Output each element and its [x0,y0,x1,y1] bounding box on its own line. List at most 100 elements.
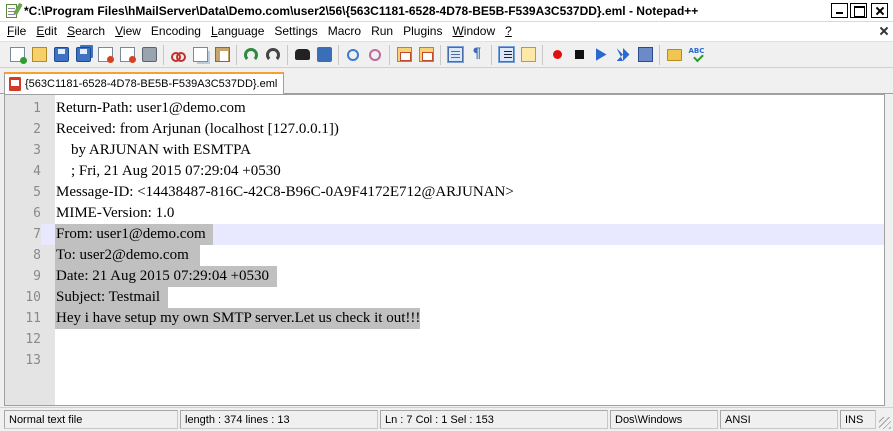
save-macro-icon [637,47,653,62]
menu-item[interactable]: View [110,22,146,41]
status-insert-mode[interactable]: INS [840,410,876,429]
run-macro-multiple-button[interactable] [612,44,634,66]
menu-item[interactable]: Language [206,22,269,41]
undo-button[interactable] [240,44,262,66]
save-button[interactable] [50,44,72,66]
window-controls [831,3,888,18]
editor-line[interactable]: 3 by ARJUNAN with ESMTPA [5,140,884,161]
editor-line[interactable]: 13 [5,350,884,371]
status-eol-format: Dos\Windows [610,410,718,429]
notepad-plus-plus-icon[interactable] [4,2,23,19]
undo-icon [244,47,258,62]
menu-item[interactable]: Encoding [146,22,206,41]
menu-item[interactable]: Edit [31,22,62,41]
menu-item[interactable]: File [2,22,31,41]
unsaved-file-icon [9,77,21,91]
line-number: 4 [33,164,41,179]
close-document-icon[interactable] [877,24,891,38]
close-all-icon [119,47,136,63]
sync-vertical-icon [396,47,412,62]
open-file-button[interactable] [28,44,50,66]
editor-line[interactable]: 2 Received: from Arjunan (localhost [127.… [5,119,884,140]
show-all-characters-button[interactable]: ¶ [466,44,488,66]
editor-line[interactable]: 9 Date: 21 Aug 2015 07:29:04 +0530 [5,266,884,287]
copy-button[interactable] [189,44,211,66]
word-wrap-button[interactable] [444,44,466,66]
editor-line[interactable]: 4 ; Fri, 21 Aug 2015 07:29:04 +0530 [5,161,884,182]
line-number: 1 [33,101,41,116]
menu-item[interactable]: Window [447,22,500,41]
menu-item[interactable]: Macro [323,22,366,41]
stop-recording-button[interactable] [568,44,590,66]
line-text: From: user1@demo.com [55,224,214,245]
menu-label: Run [371,24,394,38]
editor-line[interactable]: 8 To: user2@demo.com [5,245,884,266]
text-editor[interactable]: 1 Return-Path: user1@demo.com 2 Received: f… [4,94,885,406]
line-text: Return-Path: user1@demo.com [56,100,246,116]
user-defined-language-button[interactable] [517,44,539,66]
close-file-icon [97,47,114,63]
folder-button[interactable] [663,44,685,66]
resize-grip-icon[interactable] [879,417,891,429]
tab-file[interactable]: {563C1181-6528-4D78-BE5B-F539A3C537DD}.e… [4,72,285,94]
tab-bar: {563C1181-6528-4D78-BE5B-F539A3C537DD}.e… [0,69,893,94]
sync-vertical-button[interactable] [393,44,415,66]
editor-line[interactable]: 11 Hey i have setup my own SMTP server.Le… [5,308,884,329]
menu-item[interactable]: ? [500,22,517,41]
indent-guide-button[interactable] [495,44,517,66]
save-all-button[interactable] [72,44,94,66]
spell-check-icon: ABC [689,47,705,62]
save-macro-button[interactable] [634,44,656,66]
save-icon [53,47,69,62]
menu-label: iew [122,24,141,38]
line-number: 6 [33,206,41,221]
zoom-out-button[interactable] [364,44,386,66]
line-text: MIME-Version: 1.0 [56,205,175,221]
menu-item[interactable]: Search [62,22,110,41]
editor-line[interactable]: 6 MIME-Version: 1.0 [5,203,884,224]
editor-lines: 1 Return-Path: user1@demo.com 2 Received: f… [5,98,884,371]
sync-horizontal-button[interactable] [415,44,437,66]
spell-check-button[interactable]: ABC [685,44,707,66]
editor-line[interactable]: 5 Message-ID: <14438487-816C-42C8-B96C-0A… [5,182,884,203]
line-text: Subject: Testmail [55,287,168,308]
close-all-button[interactable] [116,44,138,66]
paste-button[interactable] [211,44,233,66]
editor-line[interactable]: 1 Return-Path: user1@demo.com [5,98,884,119]
line-number: 10 [25,290,41,305]
minimize-button[interactable] [831,3,848,18]
user-defined-language-icon [520,47,536,62]
menu-item[interactable]: Settings [269,22,322,41]
find-icon [294,49,310,60]
menu-label: anguage [217,24,265,38]
run-macro-multiple-icon [616,47,631,62]
menu-item[interactable]: Run [366,22,398,41]
editor-line[interactable]: 12 [5,329,884,350]
toolbar-separator [236,44,237,65]
playback-macro-icon [594,47,609,62]
redo-button[interactable] [262,44,284,66]
new-file-button[interactable] [6,44,28,66]
window-title: *C:\Program Files\hMailServer\Data\Demo.… [24,3,699,18]
close-file-button[interactable] [94,44,116,66]
line-number: 2 [33,122,41,137]
maximize-button[interactable] [850,3,867,18]
toolbar-separator [389,44,390,65]
replace-button[interactable] [313,44,335,66]
record-macro-button[interactable] [546,44,568,66]
menu-item[interactable]: Plugins [398,22,447,41]
toolbar-separator [287,44,288,65]
editor-line[interactable]: 7 From: user1@demo.com [5,224,884,245]
cut-button[interactable] [167,44,189,66]
toolbar-separator [542,44,543,65]
playback-macro-button[interactable] [590,44,612,66]
print-button[interactable] [138,44,160,66]
close-button[interactable] [871,3,888,18]
zoom-in-button[interactable] [342,44,364,66]
status-cursor-position: Ln : 7 Col : 1 Sel : 153 [380,410,608,429]
find-button[interactable] [291,44,313,66]
sync-horizontal-icon [418,47,434,62]
status-encoding: ANSI [720,410,838,429]
editor-line[interactable]: 10 Subject: Testmail [5,287,884,308]
copy-icon [192,47,208,62]
